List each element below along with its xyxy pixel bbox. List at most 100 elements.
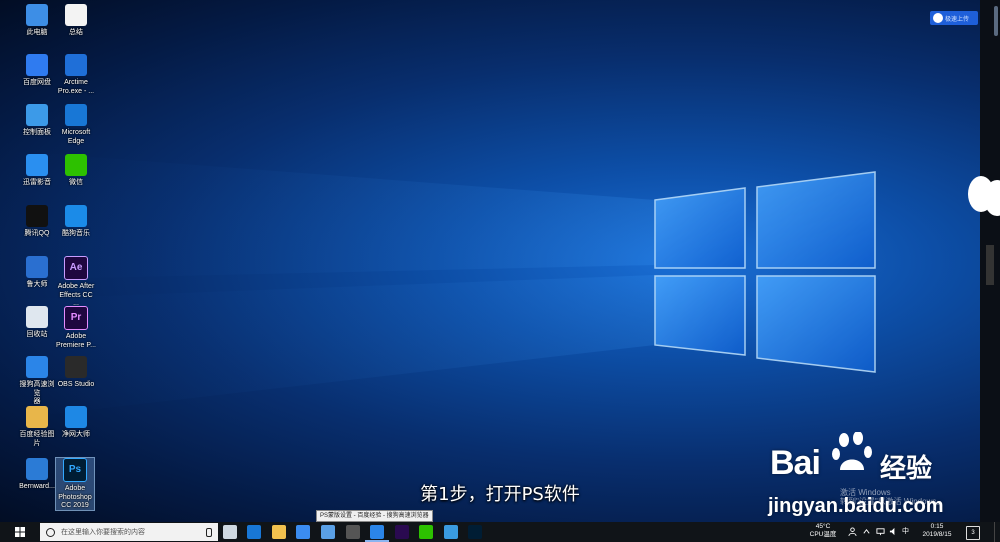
desktop-icon-obs[interactable]: OBS Studio	[56, 356, 96, 390]
sogou-browser-taskbar-icon[interactable]	[365, 525, 389, 542]
desktop-icon-sogou-browser[interactable]: 搜狗高速浏览 器	[17, 356, 57, 407]
upload-widget-label: 极速上传	[945, 16, 970, 23]
network-icon[interactable]	[876, 527, 885, 536]
desktop-icon-label: 鲁大师	[26, 281, 48, 288]
desktop-icon-recycle-bin[interactable]: 回收站	[17, 306, 57, 340]
cloud-icon	[933, 13, 943, 23]
desktop-icon-control-panel[interactable]: 控制面板	[17, 104, 57, 138]
desktop-icon-label: 回收站	[26, 331, 48, 338]
desktop-icon-label: 百度网盘	[23, 79, 51, 86]
kugou-icon	[65, 205, 87, 227]
desktop-icon-label: 腾讯QQ	[24, 230, 50, 237]
computer-icon	[26, 4, 48, 26]
desktop-icon-xunlei-player[interactable]: 迅雷影音	[17, 154, 57, 188]
baidu-netdisk-taskbar-icon[interactable]	[296, 525, 310, 539]
start-button[interactable]	[0, 522, 40, 542]
action-center-button[interactable]: 3	[966, 526, 980, 540]
desktop-icon-label: 控制面板	[23, 129, 51, 136]
premiere-icon: Pr	[64, 306, 88, 330]
baidu-netdisk-icon	[26, 54, 48, 76]
desktop-icon-after-effects[interactable]: Ae Adobe After Effects CC ...	[56, 256, 96, 309]
photoshop-icon: Ps	[63, 458, 87, 482]
clock-date: 2019/8/15	[922, 531, 952, 538]
desktop-icon-label: 此电脑	[26, 29, 48, 36]
taskbar-tooltip: PS蒙版设置 - 百度经验 - 搜狗高速浏览器	[316, 510, 433, 522]
sogou-browser-icon	[26, 356, 48, 378]
wechat-icon	[65, 154, 87, 176]
premiere-taskbar-icon[interactable]	[395, 525, 409, 539]
xunlei-player-icon	[26, 154, 48, 176]
adsafe-icon	[65, 406, 87, 428]
desktop-icon-label: 总结	[69, 29, 83, 36]
control-panel-icon	[26, 104, 48, 126]
activate-windows-notice: 激活 Windows 转到"设置"以激活 Windows。	[840, 488, 944, 506]
desktop-icon-label: 净网大师	[62, 431, 90, 438]
desktop-icon-label: 迅雷影音	[23, 179, 51, 186]
desktop-icon-computer[interactable]: 此电脑	[17, 4, 57, 38]
paw-icon	[832, 432, 872, 470]
volume-icon[interactable]	[889, 527, 898, 536]
desktop-icon-document[interactable]: 总结	[56, 4, 96, 38]
desktop-icon-kugou[interactable]: 酷狗音乐	[56, 205, 96, 239]
microphone-icon[interactable]	[206, 527, 212, 537]
upload-widget[interactable]: 极速上传	[930, 11, 978, 25]
after-effects-icon: Ae	[64, 256, 88, 280]
desktop-icon-adsafe[interactable]: 净网大师	[56, 406, 96, 440]
input-method-icon[interactable]: 中	[902, 527, 911, 536]
desktop-icon-label: 百度经验图片	[19, 431, 55, 447]
desktop-icon-qq[interactable]: 腾讯QQ	[17, 205, 57, 239]
taskbar-clock[interactable]: 0:15 2019/8/15	[916, 523, 958, 539]
floating-widget-icon[interactable]	[984, 180, 1000, 216]
media-taskbar-icon[interactable]	[444, 525, 458, 539]
desktop-icon-label: 微信	[69, 179, 83, 186]
cortana-icon	[46, 527, 55, 537]
edge-handle[interactable]	[986, 245, 994, 285]
desktop-icon-label: OBS Studio	[57, 381, 95, 388]
cpu-temperature-value: 45°C	[815, 523, 831, 530]
watermark-suffix: 经验	[880, 453, 933, 483]
obs-icon	[65, 356, 87, 378]
desktop-icon-arctime[interactable]: Arctime Pro.exe - ...	[56, 54, 96, 96]
desktop-icon-label: Adobe After Effects CC ...	[57, 283, 95, 307]
people-icon[interactable]	[848, 527, 857, 536]
edge-taskbar-icon[interactable]	[247, 525, 261, 539]
ludashi-icon	[26, 256, 48, 278]
search-placeholder: 在这里输入你要搜索的内容	[61, 529, 145, 536]
desktop-icon-folder[interactable]: 百度经验图片	[17, 406, 57, 448]
clock-time: 0:15	[930, 523, 944, 530]
notepad-taskbar-icon[interactable]	[321, 525, 335, 539]
desktop-icon-label: 搜狗高速浏览 器	[19, 381, 55, 405]
cpu-temperature-label: CPU温度	[809, 531, 837, 538]
desktop-icon-label: Microsoft Edge	[61, 129, 91, 145]
wechat-taskbar-icon[interactable]	[419, 525, 433, 539]
windows-start-icon	[15, 527, 25, 537]
desktop-icon-wechat[interactable]: 微信	[56, 154, 96, 188]
obs-taskbar-icon[interactable]	[346, 525, 360, 539]
desktop-icon-label: Adobe Premiere P...	[56, 333, 96, 349]
taskbar-search-box[interactable]: 在这里输入你要搜索的内容	[40, 523, 218, 541]
file-explorer-taskbar-icon[interactable]	[272, 525, 286, 539]
watermark-brand: Bai	[770, 444, 821, 482]
folder-icon	[26, 406, 48, 428]
desktop-icon-label: 酷狗音乐	[62, 230, 90, 237]
edge-icon	[65, 104, 87, 126]
baidu-jingyan-watermark: Bai 经验 jingyan.baidu.com	[768, 432, 970, 522]
desktop-icon-edge[interactable]: Microsoft Edge	[56, 104, 96, 146]
desktop-icon-label: Arctime Pro.exe - ...	[57, 79, 95, 95]
desktop-icon-baidu-netdisk[interactable]: 百度网盘	[17, 54, 57, 88]
scrollbar[interactable]	[994, 6, 998, 36]
task-view-icon[interactable]	[223, 525, 237, 539]
bernward-icon	[26, 458, 48, 480]
photoshop-taskbar-icon[interactable]	[468, 525, 482, 539]
desktop-icon-premiere[interactable]: Pr Adobe Premiere P...	[56, 306, 96, 350]
cpu-temperature: 45°C CPU温度	[808, 523, 838, 539]
activate-line1: 激活 Windows	[840, 488, 891, 497]
qq-icon	[26, 205, 48, 227]
desktop-screen: 此电脑 总结百度网盘 Arctime Pro.exe - ... 控制面板 Micros…	[0, 0, 1000, 542]
show-desktop-button[interactable]	[994, 522, 1000, 542]
recycle-bin-icon	[26, 306, 48, 328]
document-icon	[65, 4, 87, 26]
activate-line2: 转到"设置"以激活 Windows。	[840, 497, 945, 506]
show-hidden-icons-chevron-icon[interactable]	[862, 527, 871, 536]
desktop-icon-ludashi[interactable]: 鲁大师	[17, 256, 57, 290]
